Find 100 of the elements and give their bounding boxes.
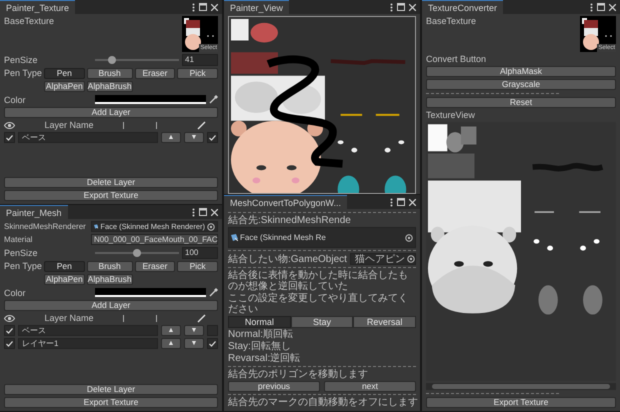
brush-icon: [197, 120, 206, 130]
mode-description: Revarsal:逆回転: [228, 353, 302, 364]
texture-atlas-drawing[interactable]: [228, 16, 416, 194]
rotation-mode-tab[interactable]: Stay: [290, 316, 354, 328]
field-label: Color: [4, 94, 27, 104]
pen-type-button[interactable]: AlphaBrush: [86, 274, 133, 285]
window-tab[interactable]: TextureConverter: [422, 0, 504, 14]
target-icon[interactable]: [207, 222, 215, 230]
note-text: ここの設定を変更してやり直してみてください: [228, 293, 409, 315]
export-texture-button[interactable]: Export Texture: [4, 190, 218, 201]
maximize-icon[interactable]: [597, 3, 605, 11]
delete-layer-button[interactable]: Delete Layer: [4, 177, 218, 188]
menu-icon[interactable]: [590, 2, 593, 12]
menu-icon[interactable]: [192, 208, 195, 216]
pen-type-button[interactable]: AlphaPen: [44, 274, 85, 285]
export-texture-button[interactable]: Export Texture: [426, 397, 616, 408]
maximize-icon[interactable]: [397, 3, 405, 11]
nav-button[interactable]: next: [324, 381, 416, 392]
maximize-icon[interactable]: [199, 208, 207, 216]
mesh-icon: [231, 234, 238, 241]
field-label: PenSize: [4, 55, 39, 65]
close-icon[interactable]: [211, 208, 218, 216]
close-icon[interactable]: [409, 4, 416, 10]
maximize-icon[interactable]: [199, 3, 207, 11]
eye-icon: [4, 122, 15, 128]
menu-icon[interactable]: [390, 2, 393, 12]
nav-button[interactable]: previous: [228, 381, 320, 392]
pen-type-button[interactable]: Eraser: [134, 68, 176, 79]
close-icon[interactable]: [609, 4, 616, 10]
convert-button[interactable]: AlphaMask: [426, 66, 616, 77]
target-icon[interactable]: [406, 255, 415, 263]
field-label: BaseTexture: [426, 16, 476, 26]
mode-description: Stay:回転無し: [228, 341, 292, 352]
maximize-icon[interactable]: [397, 198, 405, 206]
number-field[interactable]: 100: [182, 247, 218, 259]
add-layer-button[interactable]: Add Layer: [4, 107, 218, 118]
field-label: Color: [4, 288, 27, 298]
mode-description: Normal:順回転: [228, 329, 294, 340]
active-layer-checkbox[interactable]: [207, 132, 218, 143]
pen-type-button[interactable]: Brush: [86, 261, 133, 272]
pen-type-button[interactable]: Pick: [177, 68, 218, 79]
reset-button[interactable]: Reset: [426, 97, 616, 108]
pen-type-button[interactable]: AlphaPen: [44, 81, 85, 92]
export-texture-button[interactable]: Export Texture: [4, 397, 218, 408]
column-header: Layer Name: [43, 120, 95, 130]
layer-name-field[interactable]: レイヤー1: [18, 338, 158, 349]
section-label: TextureView: [426, 110, 476, 120]
pen-type-button[interactable]: Pick: [177, 261, 218, 272]
note-text: 結合後に表情を動かした時に結合したものが想像と逆回転していた: [228, 270, 409, 292]
pen-type-button[interactable]: Pen: [44, 68, 85, 79]
window-tab[interactable]: Painter_View: [224, 0, 289, 14]
color-field[interactable]: [95, 288, 206, 297]
close-icon[interactable]: [211, 4, 218, 10]
object-field[interactable]: Face (Skinned Mesh Re: [228, 227, 416, 248]
object-field[interactable]: 猫ヘアピン: [350, 253, 416, 265]
eye-icon: [4, 314, 15, 322]
horizontal-scrollbar[interactable]: [426, 383, 616, 390]
section-label: Convert Button: [426, 54, 488, 64]
field-label: BaseTexture: [4, 16, 54, 26]
eyedropper-icon[interactable]: [209, 288, 218, 297]
convert-button[interactable]: Grayscale: [426, 79, 616, 90]
section-label: 結合先のポリゴンを移動します: [228, 369, 369, 380]
field-label: Pen Type: [4, 261, 42, 272]
layer-name-field[interactable]: ベース: [18, 325, 158, 336]
window-tab[interactable]: Painter_Texture: [0, 0, 76, 14]
close-icon[interactable]: [409, 198, 416, 206]
visibility-checkbox[interactable]: [4, 325, 15, 336]
active-layer-checkbox[interactable]: [207, 338, 218, 349]
field-label: PenSize: [4, 248, 39, 258]
target-icon[interactable]: [405, 234, 413, 242]
brush-icon: [197, 314, 206, 322]
visibility-checkbox[interactable]: [4, 132, 15, 143]
column-header: Layer Name: [43, 313, 95, 323]
layer-name-field[interactable]: ベース: [18, 132, 158, 143]
color-field[interactable]: [95, 95, 206, 104]
field-label: Material: [4, 235, 34, 244]
field-label: Pen Type: [4, 68, 42, 79]
pen-type-button[interactable]: Pen: [44, 261, 85, 272]
pen-type-button[interactable]: Eraser: [134, 261, 176, 272]
rotation-mode-tab[interactable]: Normal: [228, 316, 291, 328]
pen-size-slider[interactable]: [95, 248, 179, 258]
field-label: 結合先:SkinnedMeshRende: [228, 215, 352, 226]
field-label: SkinnedMeshRenderer: [4, 222, 87, 231]
field-label: 結合したい物:GameObject: [228, 254, 347, 264]
section-label: 結合先のマークの自動移動をオフにします: [228, 397, 416, 408]
delete-layer-button[interactable]: Delete Layer: [4, 384, 218, 395]
window-tab[interactable]: MeshConvertToPolygonW...: [224, 195, 348, 209]
pen-type-button[interactable]: AlphaBrush: [86, 81, 133, 92]
number-field[interactable]: 41: [182, 54, 218, 66]
pen-type-button[interactable]: Brush: [86, 68, 133, 79]
eyedropper-icon[interactable]: [209, 95, 218, 104]
rotation-mode-tab[interactable]: Reversal: [353, 316, 416, 328]
window-tab[interactable]: Painter_Mesh: [0, 205, 68, 219]
mesh-icon: [94, 223, 98, 230]
menu-icon[interactable]: [390, 198, 393, 206]
pen-size-slider[interactable]: [95, 56, 179, 64]
add-layer-button[interactable]: Add Layer: [4, 300, 218, 311]
material-dropdown[interactable]: N00_000_00_FaceMouth_00_FAC: [91, 234, 218, 245]
visibility-checkbox[interactable]: [4, 338, 15, 349]
menu-icon[interactable]: [192, 2, 195, 12]
